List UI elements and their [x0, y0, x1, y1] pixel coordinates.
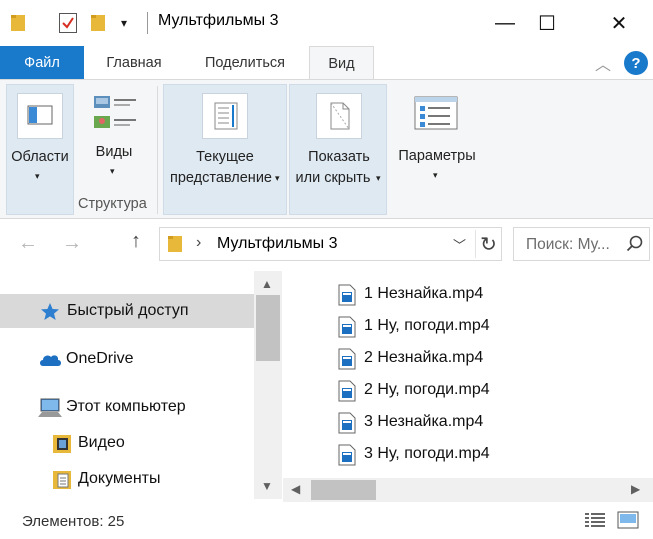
show-hide-caret: ▾: [376, 173, 381, 183]
navigation-pane: Быстрый доступ OneDrive Этот компьютер В…: [0, 271, 282, 499]
tab-home[interactable]: Главная: [92, 46, 176, 79]
layout-icon: [94, 94, 138, 138]
layout-button[interactable]: Виды ▾: [80, 84, 148, 184]
status-bar: Элементов: 25: [0, 502, 653, 539]
ribbon-tabs: Файл Главная Поделиться Вид ︿ ?: [0, 46, 653, 80]
current-view-caret: ▾: [275, 173, 280, 183]
nav-item-videos[interactable]: Видео: [0, 426, 254, 460]
folder-icon: [168, 235, 182, 257]
video-file-icon: [338, 412, 356, 438]
nav-item-label: Документы: [78, 470, 161, 487]
nav-item-quick-access[interactable]: Быстрый доступ: [0, 294, 254, 328]
panes-label: Области: [11, 149, 69, 165]
video-folder-icon: [52, 434, 72, 458]
file-name: 1 Незнайка.mp4: [364, 285, 484, 302]
video-file-icon: [338, 380, 356, 406]
title-separator: [147, 12, 148, 34]
star-icon: [40, 302, 60, 326]
file-list: 1 Незнайка.mp4 1 Ну, погоди.mp4 2 Незнай…: [283, 271, 653, 475]
video-file-icon: [338, 316, 356, 342]
large-icons-view-icon[interactable]: [617, 511, 639, 533]
options-icon: [414, 96, 458, 134]
layout-label: Виды: [95, 144, 133, 160]
properties-icon[interactable]: [58, 9, 78, 37]
video-file-icon: [338, 348, 356, 374]
file-name: 2 Ну, погоди.mp4: [364, 381, 490, 398]
nav-item-onedrive[interactable]: OneDrive: [0, 342, 254, 376]
search-input[interactable]: Поиск: Му...: [513, 227, 650, 261]
breadcrumb-chevron[interactable]: ›: [196, 234, 201, 252]
cloud-icon: [38, 353, 62, 371]
file-name: 1 Ну, погоди.mp4: [364, 317, 490, 334]
nav-item-label: Этот компьютер: [66, 398, 186, 415]
tab-view[interactable]: Вид: [309, 46, 374, 80]
items-count: Элементов: 25: [22, 513, 125, 530]
file-name: 3 Незнайка.mp4: [364, 413, 484, 430]
panes-button[interactable]: Области ▾: [6, 84, 74, 215]
collapse-ribbon-button[interactable]: ︿: [592, 52, 614, 74]
current-view-icon: [202, 93, 248, 139]
current-view-label-line2: представление: [170, 170, 272, 186]
up-button[interactable]: ↑: [131, 230, 141, 253]
file-name: 3 Ну, погоди.mp4: [364, 445, 490, 462]
window-title: Мультфильмы 3: [158, 12, 279, 29]
customize-toolbar-button[interactable]: ▾: [121, 9, 127, 37]
nav-item-label: Видео: [78, 434, 125, 451]
scroll-thumb[interactable]: [256, 295, 280, 361]
video-file-icon: [338, 444, 356, 470]
scroll-right-button[interactable]: ▶: [631, 482, 640, 496]
nav-item-label: OneDrive: [66, 350, 134, 367]
back-button[interactable]: ←: [18, 232, 38, 255]
show-hide-label-line1: Показать: [308, 149, 370, 165]
options-caret: ▾: [433, 170, 438, 180]
scroll-down-button[interactable]: ▼: [261, 479, 273, 493]
search-placeholder: Поиск: Му...: [526, 236, 610, 253]
help-button[interactable]: ?: [624, 51, 648, 75]
tab-share[interactable]: Поделиться: [190, 46, 300, 79]
details-view-icon[interactable]: [584, 511, 606, 533]
panes-icon: [17, 93, 63, 139]
show-hide-button[interactable]: Показать или скрыть ▾: [289, 84, 387, 215]
folder-icon[interactable]: [10, 9, 26, 37]
video-file-icon: [338, 284, 356, 310]
group-separator: [157, 86, 158, 214]
computer-icon: [38, 398, 62, 422]
options-button[interactable]: Параметры ▾: [392, 84, 482, 184]
panes-caret: ▾: [35, 171, 40, 181]
scroll-thumb[interactable]: [311, 480, 376, 500]
refresh-button[interactable]: ↻: [475, 230, 501, 258]
title-bar: ▾ Мультфильмы 3 — ☐ ✕: [0, 0, 653, 46]
file-list-scrollbar[interactable]: ◀ ▶: [283, 478, 653, 502]
scroll-left-button[interactable]: ◀: [291, 482, 300, 496]
navigation-bar: ← → ↑ › Мультфильмы 3 ﹀ ↻ Поиск: Му...: [0, 219, 653, 271]
nav-item-documents[interactable]: Документы: [0, 462, 254, 496]
nav-item-this-pc[interactable]: Этот компьютер: [0, 390, 254, 424]
show-hide-icon: [316, 93, 362, 139]
tab-file[interactable]: Файл: [0, 46, 84, 79]
maximize-button[interactable]: ☐: [518, 0, 576, 46]
current-view-button[interactable]: Текущее представление ▾: [163, 84, 287, 215]
layout-group-label: Структура: [78, 196, 147, 212]
address-bar[interactable]: › Мультфильмы 3 ﹀ ↻: [159, 227, 502, 261]
options-label: Параметры: [398, 148, 476, 164]
close-button[interactable]: ✕: [590, 0, 648, 46]
address-history-button[interactable]: ﹀: [453, 235, 466, 254]
scroll-up-button[interactable]: ▲: [261, 277, 273, 291]
documents-folder-icon: [52, 470, 72, 494]
layout-caret: ▾: [110, 166, 115, 176]
nav-item-label: Быстрый доступ: [67, 302, 189, 319]
nav-pane-scrollbar[interactable]: ▲ ▼: [254, 271, 282, 499]
show-hide-label-line2: или скрыть: [295, 170, 371, 186]
current-view-label-line1: Текущее: [196, 149, 254, 165]
ribbon: Области ▾ Виды ▾ Структура Текущее предс…: [0, 79, 653, 219]
search-icon[interactable]: [626, 235, 644, 257]
new-folder-icon[interactable]: [90, 9, 106, 37]
forward-button[interactable]: →: [62, 232, 82, 255]
breadcrumb-current[interactable]: Мультфильмы 3: [217, 235, 338, 253]
file-name: 2 Незнайка.mp4: [364, 349, 484, 366]
